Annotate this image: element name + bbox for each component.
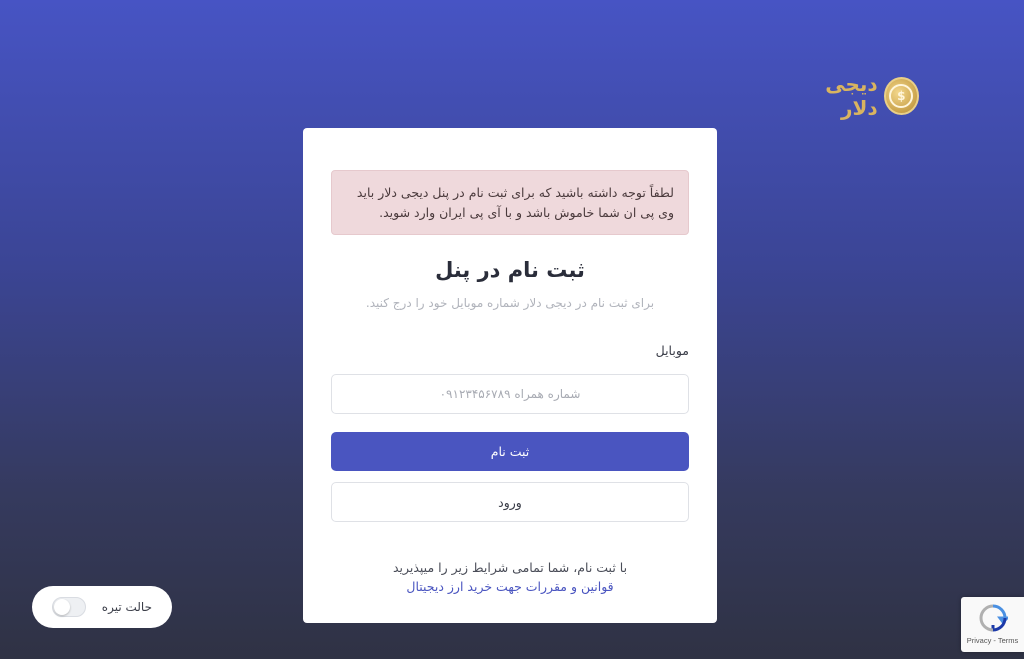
dark-mode-switch[interactable] [52, 597, 86, 617]
vpn-warning-alert: لطفاً توجه داشته باشید که برای ثبت نام د… [331, 170, 689, 235]
terms-section: با ثبت نام، شما تمامی شرایط زیر را میپذی… [303, 558, 717, 596]
register-card: لطفاً توجه داشته باشید که برای ثبت نام د… [303, 128, 717, 623]
mobile-label: موبایل [655, 343, 689, 358]
register-button[interactable]: ثبت نام [331, 432, 689, 471]
terms-text: با ثبت نام، شما تمامی شرایط زیر را میپذی… [392, 560, 628, 575]
switch-knob [54, 599, 70, 615]
mobile-input[interactable] [331, 374, 689, 414]
page-title: ثبت نام در پنل [435, 258, 585, 282]
terms-link[interactable]: قوانین و مقررات جهت خرید ارز دیجیتال [406, 577, 613, 596]
recaptcha-icon [978, 604, 1008, 632]
coin-glyph: $ [889, 84, 914, 108]
dark-mode-toggle[interactable]: حالت تیره [32, 586, 172, 628]
recaptcha-text[interactable]: Privacy - Terms [967, 636, 1019, 645]
brand-logo[interactable]: $ دیجی دلار [789, 72, 919, 120]
login-button[interactable]: ورود [331, 482, 689, 522]
dark-mode-label: حالت تیره [101, 600, 152, 614]
dollar-coin-icon: $ [883, 77, 919, 115]
recaptcha-badge[interactable]: Privacy - Terms [961, 597, 1024, 652]
page-subtitle: برای ثبت نام در دیجی دلار شماره موبایل خ… [365, 296, 655, 310]
brand-name: دیجی دلار [825, 72, 878, 120]
